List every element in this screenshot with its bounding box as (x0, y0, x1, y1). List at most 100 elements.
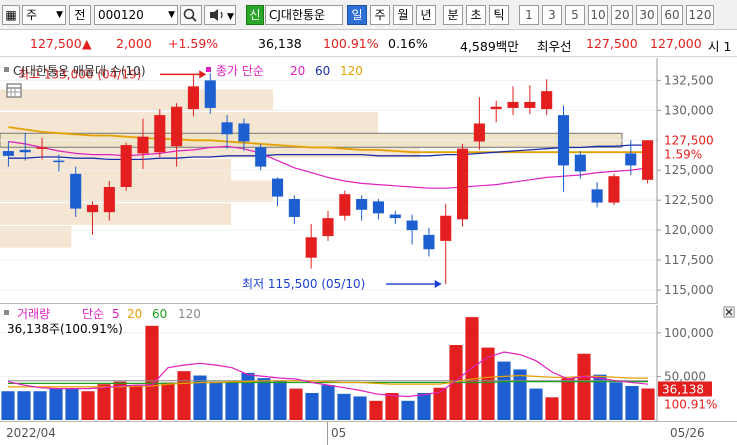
interval-button-5[interactable]: 5 (565, 5, 585, 25)
volume-bar (49, 388, 63, 420)
volume-ma5-legend[interactable]: 5 (112, 307, 120, 321)
x-axis-label-month: 05 (331, 426, 347, 440)
best-ask: 127,500 (586, 36, 638, 51)
volume-bar (577, 353, 591, 420)
price-change-pct: +1.59% (168, 36, 219, 51)
volume-profile-band (0, 203, 231, 225)
current-pct-tag: 1.59% (664, 147, 702, 161)
volume-bar (33, 391, 47, 420)
volume-profile-band (0, 225, 72, 248)
candle-body (541, 91, 553, 110)
x-axis-divider (327, 422, 328, 445)
price-change: 2,000 (116, 36, 152, 51)
volume-bar (465, 317, 479, 420)
ma60-legend[interactable]: 60 (315, 64, 330, 78)
stock-code-input[interactable]: 000120 ▼ (94, 5, 178, 25)
volume-bar (385, 392, 399, 420)
interval-button-30[interactable]: 30 (636, 5, 658, 25)
volume-bar (257, 378, 271, 420)
volume-ma20-legend[interactable]: 20 (127, 307, 142, 321)
volume-current-info: 36,138주(100.91%) (7, 322, 123, 336)
volume-bar (65, 388, 79, 420)
volume-bar (369, 400, 383, 420)
market-dropdown[interactable]: 주 ▼ (22, 5, 66, 25)
candle-body (642, 140, 654, 180)
candle-body (271, 178, 284, 197)
candle-body (2, 151, 14, 156)
y-tick-label: 132,500 (664, 73, 714, 87)
candle-body (137, 136, 149, 154)
candle-body (457, 148, 469, 220)
market-dropdown-value: 주 (26, 8, 38, 22)
interval-button-10[interactable]: 10 (588, 5, 608, 25)
volume-chart-svg: 100,000 50,00036,138100.91% 거래량 단순 5 20 6… (0, 305, 737, 421)
interval-button-20[interactable]: 20 (611, 5, 633, 25)
current-toggle[interactable]: 전 (69, 5, 91, 25)
interval-button-3[interactable]: 3 (542, 5, 562, 25)
grid-icon[interactable]: ▦ (2, 5, 20, 25)
candle-body (322, 218, 334, 237)
period-tab-week[interactable]: 주 (370, 5, 390, 25)
candle-body (305, 237, 317, 258)
volume-bar (97, 384, 111, 420)
svg-text:▼: ▼ (227, 12, 234, 22)
volume-bar (625, 385, 639, 420)
speaker-icon[interactable]: ▼ (204, 5, 236, 25)
candle-body (204, 80, 216, 108)
new-badge[interactable]: 신 (246, 5, 264, 25)
volume-pane-title[interactable]: 거래량 (17, 307, 50, 321)
candle-body (406, 220, 418, 231)
period-tab-tick[interactable]: 틱 (489, 5, 509, 25)
volume-bar (561, 378, 575, 420)
volume-bar (241, 372, 255, 420)
y-tick-label: 50,000 (664, 369, 706, 383)
period-tab-minute[interactable]: 분 (443, 5, 463, 25)
period-tab-month[interactable]: 월 (393, 5, 413, 25)
search-icon[interactable] (180, 5, 202, 25)
calendar-icon[interactable] (6, 83, 22, 98)
candle-body (221, 122, 233, 135)
stock-name-field[interactable]: CJ대한통운 (265, 5, 343, 25)
quote-bar: 127,500 ▲ 2,000 +1.59% 36,138 100.91% 0.… (0, 31, 737, 57)
interval-button-60[interactable]: 60 (661, 5, 683, 25)
volume-bar (209, 381, 223, 420)
candle-body (423, 234, 435, 250)
candle-body (608, 176, 620, 203)
period-tab-year[interactable]: 년 (416, 5, 436, 25)
volume-chart-pane[interactable]: 100,000 50,000 36,138 100.91% 거래량 단순 5 20 6… (0, 305, 737, 421)
candle-body (625, 153, 637, 166)
volume-profile-band (0, 89, 273, 112)
ma-legend-label[interactable]: 종가 단순 (216, 64, 264, 78)
period-tab-second[interactable]: 초 (466, 5, 486, 25)
close-icon[interactable] (723, 306, 735, 318)
candle-body (103, 186, 115, 213)
volume-ma120-legend[interactable]: 120 (178, 307, 201, 321)
current-price-tag: 127,500 (664, 133, 714, 147)
price-chart-svg: 최고 133,000 (04/19)최저 115,500 (05/10) 132… (0, 58, 737, 304)
stock-code-value: 000120 (98, 8, 144, 22)
volume-bar (1, 391, 15, 420)
volume-bar (417, 392, 431, 420)
up-arrow-icon: ▲ (82, 36, 92, 51)
candle-body (70, 173, 82, 209)
volume-ma60-legend[interactable]: 60 (152, 307, 167, 321)
candle-body (507, 101, 519, 108)
volume-ratio: 100.91% (323, 36, 379, 51)
ma20-legend[interactable]: 20 (290, 64, 305, 78)
price-chart-pane[interactable]: 최고 133,000 (04/19) 최저 115,500 (05/10) 132… (0, 58, 737, 304)
low-arrow-head (434, 280, 442, 289)
interval-button-1[interactable]: 1 (519, 5, 539, 25)
candle-body (255, 147, 267, 167)
legend-marker (4, 67, 9, 72)
candle-body (524, 101, 536, 108)
volume-value: 36,138 (258, 36, 302, 51)
x-axis-label-start: 2022/04 (6, 426, 56, 440)
candle-body (120, 145, 132, 187)
interval-button-120[interactable]: 120 (686, 5, 714, 25)
volume-ma-label[interactable]: 단순 (82, 307, 104, 321)
price-pane-title[interactable]: CJ대한통운 매물대 수(10) (13, 64, 146, 78)
volume-bar (641, 388, 655, 420)
ma120-legend[interactable]: 120 (340, 64, 363, 78)
period-tab-day[interactable]: 일 (347, 5, 367, 25)
y-tick-label: 100,000 (664, 326, 714, 340)
